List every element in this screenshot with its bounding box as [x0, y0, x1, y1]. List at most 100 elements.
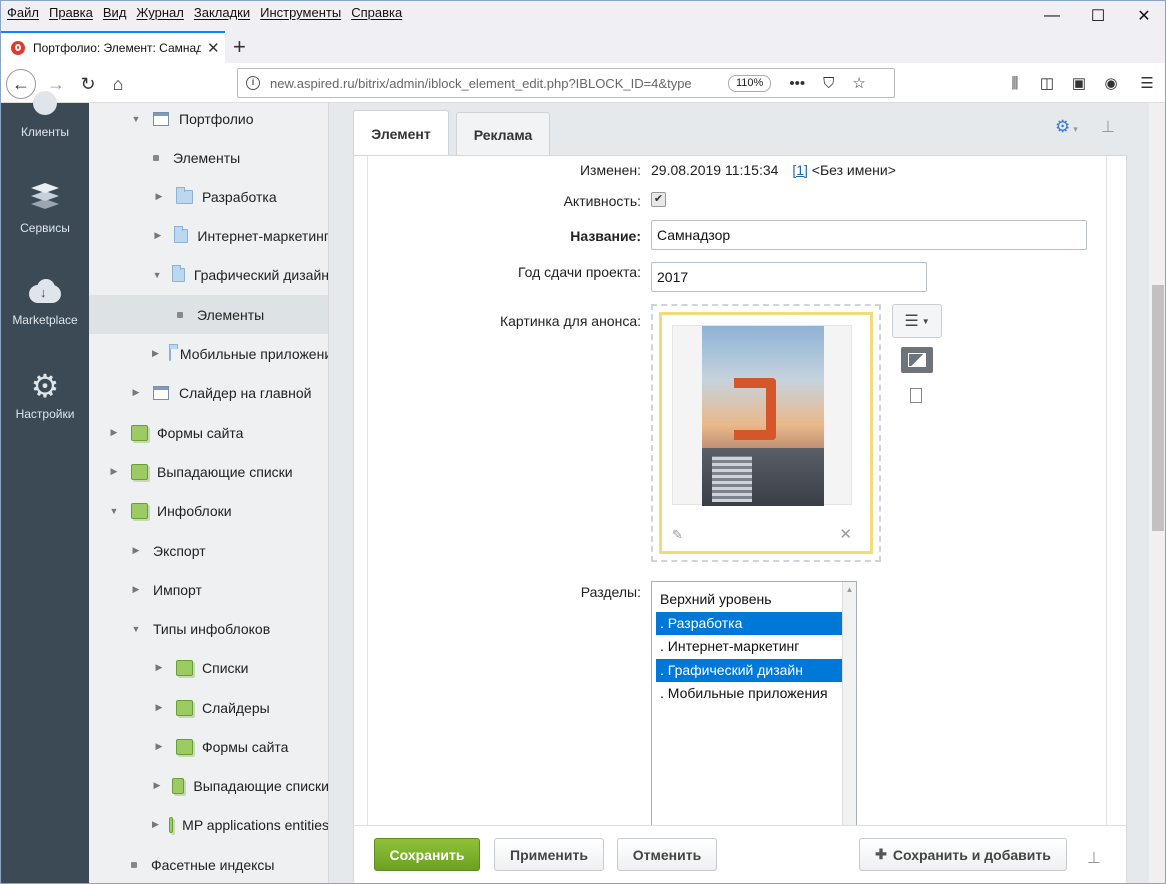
hamburger-menu-icon[interactable]: ☰	[1127, 74, 1165, 92]
footer-pin-icon[interactable]: ⊥	[1087, 848, 1101, 868]
cancel-button[interactable]: Отменить	[617, 838, 717, 871]
menu-help[interactable]: Справка	[351, 5, 402, 20]
menu-edit[interactable]: Правка	[49, 5, 93, 20]
tree-item-portfolio[interactable]: ▼ Портфолио	[89, 103, 328, 138]
page-scrollbar-thumb[interactable]	[1152, 285, 1164, 531]
tree-item-mobile-apps[interactable]: ▶ Мобильные приложения	[89, 334, 328, 373]
chevron-right-icon[interactable]: ▶	[107, 466, 121, 477]
close-tab-icon[interactable]: ✕	[207, 39, 220, 57]
active-checkbox[interactable]: ✔	[651, 192, 666, 207]
file-source-icon[interactable]	[910, 388, 922, 403]
menu-tools[interactable]: Инструменты	[260, 5, 341, 20]
url-text[interactable]: new.aspired.ru/bitrix/admin/iblock_eleme…	[270, 76, 710, 91]
edit-pencil-icon[interactable]: ✎	[672, 527, 683, 543]
more-actions-icon[interactable]: •••	[789, 75, 805, 92]
chevron-right-icon[interactable]: ▶	[152, 741, 166, 752]
tree-item-type-site-forms[interactable]: ▶ Формы сайта	[89, 727, 328, 766]
section-option[interactable]: . Разработка	[656, 611, 852, 635]
settings-gear-icon[interactable]: ⚙ ▾	[1055, 117, 1078, 137]
menu-view[interactable]: Вид	[103, 5, 127, 20]
tree-item-dropdown-lists[interactable]: ▶ Выпадающие списки	[89, 452, 328, 491]
save-and-add-button[interactable]: ✚ Сохранить и добавить	[859, 838, 1067, 871]
chevron-right-icon[interactable]: ▶	[152, 230, 164, 241]
home-icon[interactable]: ⌂	[103, 69, 133, 99]
chevron-right-icon[interactable]: ▶	[152, 348, 159, 359]
chevron-right-icon[interactable]: ▶	[152, 191, 166, 202]
navigation-bar: ← → ↻ ⌂ i new.aspired.ru/bitrix/admin/ib…	[1, 63, 1165, 103]
tree-item-graphic-design[interactable]: ▼ Графический дизайн	[89, 255, 328, 294]
iblock-icon	[153, 385, 169, 400]
extension-icon[interactable]: ▣	[1063, 74, 1095, 92]
year-input[interactable]: 2017	[651, 262, 927, 292]
sidebar-item-services[interactable]: Сервисы	[1, 183, 89, 235]
tree-item-lists[interactable]: ▶ Списки	[89, 648, 328, 687]
modified-user-link[interactable]: [1]	[792, 162, 808, 178]
tab-element[interactable]: Элемент	[353, 110, 449, 156]
chevron-right-icon[interactable]: ▶	[129, 387, 143, 398]
name-input[interactable]: Самнадзор	[651, 220, 1087, 250]
menu-history[interactable]: Журнал	[136, 5, 183, 20]
zoom-level[interactable]: 110%	[728, 74, 772, 92]
close-window-button[interactable]: ✕	[1121, 1, 1165, 31]
sidebar-item-settings[interactable]: ⚙ Настройки	[1, 370, 89, 421]
tab-advertising[interactable]: Реклама	[456, 112, 550, 156]
delete-image-icon[interactable]: ✕	[839, 525, 852, 543]
tree-item-elements[interactable]: Элементы	[89, 138, 328, 177]
tree-item-label: Инфоблоки	[157, 502, 232, 519]
chevron-down-icon[interactable]: ▼	[129, 624, 143, 634]
chevron-down-icon[interactable]: ▼	[129, 114, 143, 124]
chevron-down-icon[interactable]: ▼	[107, 506, 121, 516]
tree-item-internet-marketing[interactable]: ▶ Интернет-маркетинг	[89, 216, 328, 255]
browser-tab[interactable]: Портфолио: Элемент: Самнадзор ✕	[1, 31, 225, 63]
menu-file[interactable]: Файл	[7, 5, 39, 20]
module-icon	[176, 699, 193, 716]
chevron-down-icon[interactable]: ▼	[152, 270, 162, 280]
tree-item-infoblocks[interactable]: ▼ Инфоблоки	[89, 491, 328, 530]
list-scrollbar[interactable]: ▲	[842, 582, 856, 840]
section-option[interactable]: . Мобильные приложения	[652, 682, 856, 706]
tree-item-type-dropdown-lists[interactable]: ▶ Выпадающие списки	[89, 766, 328, 805]
pocket-icon[interactable]: ⛉	[823, 75, 834, 92]
tree-item-import[interactable]: ▶ Импорт	[89, 570, 328, 609]
section-option[interactable]: Верхний уровень	[652, 588, 856, 612]
tree-item-mp-applications[interactable]: ▶ MP applications entities	[89, 805, 328, 844]
tree-item-facet-indexes[interactable]: Фасетные индексы	[89, 845, 328, 883]
section-option[interactable]: . Интернет-маркетинг	[652, 635, 856, 659]
sections-multiselect[interactable]: Верхний уровень . Разработка . Интернет-…	[651, 581, 857, 841]
sidebar-item-marketplace[interactable]: ↓ Marketplace	[1, 277, 89, 327]
chevron-right-icon[interactable]: ▶	[129, 545, 143, 556]
tree-item-main-slider[interactable]: ▶ Слайдер на главной	[89, 373, 328, 412]
minimize-button[interactable]: —	[1029, 1, 1075, 31]
chevron-right-icon[interactable]: ▶	[152, 780, 162, 791]
tree-item-graphic-design-elements[interactable]: Элементы	[89, 295, 328, 334]
sidebar-toggle-icon[interactable]: ◫	[1031, 74, 1063, 92]
apply-button[interactable]: Применить	[494, 838, 604, 871]
tree-item-export[interactable]: ▶ Экспорт	[89, 531, 328, 570]
address-bar[interactable]: i new.aspired.ru/bitrix/admin/iblock_ele…	[237, 68, 895, 98]
maximize-button[interactable]: ☐	[1075, 1, 1121, 31]
pin-icon[interactable]: ⊥	[1101, 117, 1115, 137]
save-button[interactable]: Сохранить	[374, 838, 480, 871]
image-dropzone[interactable]: ✎ ✕	[651, 304, 881, 562]
section-option[interactable]: . Графический дизайн	[656, 658, 852, 682]
account-icon[interactable]: ◉	[1095, 74, 1127, 92]
tree-item-iblock-types[interactable]: ▼ Типы инфоблоков	[89, 609, 328, 648]
tree-item-site-forms[interactable]: ▶ Формы сайта	[89, 413, 328, 452]
sidebar-item-clients[interactable]: Клиенты	[1, 89, 89, 139]
modified-row: Изменен: 29.08.2019 11:15:34 [1] <Без им…	[368, 160, 1108, 180]
image-menu-button[interactable]: ☰ ▼	[892, 304, 942, 338]
site-info-icon[interactable]: i	[246, 76, 260, 90]
chevron-right-icon[interactable]: ▶	[152, 662, 166, 673]
chevron-right-icon[interactable]: ▶	[129, 584, 143, 595]
bookmark-star-icon[interactable]: ☆	[852, 74, 865, 92]
chevron-right-icon[interactable]: ▶	[152, 819, 159, 830]
page-scrollbar[interactable]	[1149, 103, 1165, 883]
tree-item-development[interactable]: ▶ Разработка	[89, 177, 328, 216]
new-tab-icon[interactable]: +	[233, 34, 246, 60]
menu-bookmarks[interactable]: Закладки	[194, 5, 250, 20]
chevron-right-icon[interactable]: ▶	[152, 702, 166, 713]
image-source-icon[interactable]	[901, 347, 933, 373]
chevron-right-icon[interactable]: ▶	[107, 427, 121, 438]
library-icon[interactable]: ⫼	[999, 75, 1031, 92]
tree-item-sliders[interactable]: ▶ Слайдеры	[89, 688, 328, 727]
